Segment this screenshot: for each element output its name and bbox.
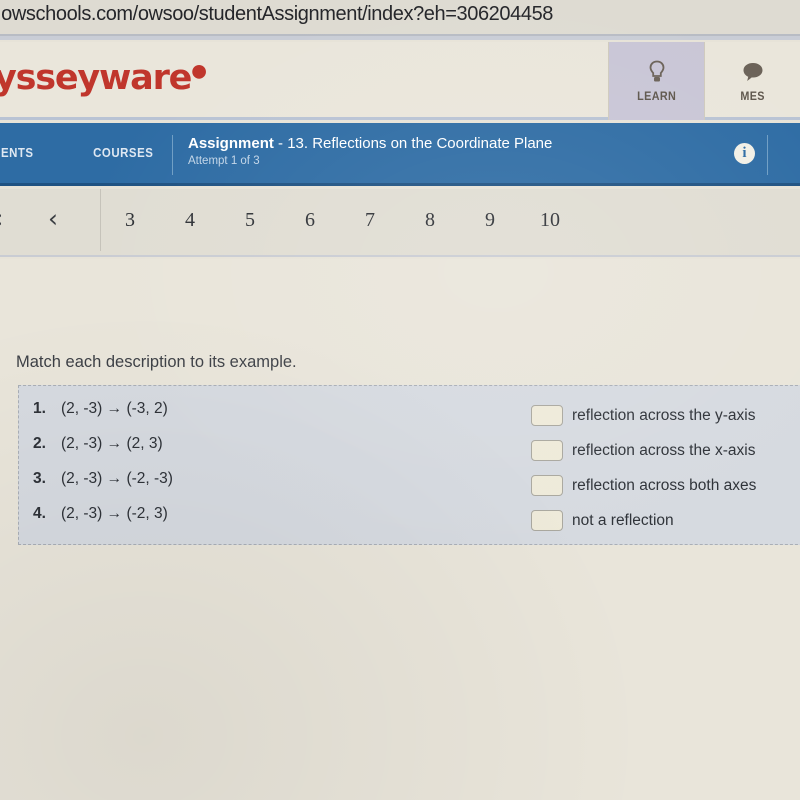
nav-item-assignments[interactable]: MENTS [0,145,34,160]
matching-pair-row: 2. (2, -3) → (2, 3) [33,435,173,470]
speech-bubble-icon [742,59,764,85]
question-content: Match each description to its example. 1… [0,259,800,800]
tab-messages-label: MES [740,89,765,103]
matching-option-row: reflection across the x-axis [531,433,756,468]
pair-number: 1. [33,400,46,417]
pagination-number-9[interactable]: 9 [460,209,520,232]
pair-expression: (2, -3) → (-2, 3) [61,505,168,522]
assignment-navbar: MENTS COURSES Assignment - 13. Reflectio… [0,123,800,186]
browser-url-bar[interactable]: .owschools.com/owsoo/studentAssignment/i… [0,0,800,40]
answer-drop-box[interactable] [531,405,563,426]
answer-drop-box[interactable] [531,510,563,531]
question-pagination: « ‹ 345678910 [0,189,800,257]
answer-drop-box[interactable] [531,440,563,461]
pair-number: 4. [33,505,46,522]
info-icon[interactable]: i [734,143,755,164]
matching-options-column: reflection across the y-axis reflection a… [531,398,756,538]
pair-expression: (2, -3) → (2, 3) [61,435,163,452]
matching-pair-row: 1. (2, -3) → (-3, 2) [33,400,173,435]
header-tabs: LEARN MES [608,42,800,120]
pagination-number-8[interactable]: 8 [400,209,460,232]
assignment-title: - 13. Reflections on the Coordinate Plan… [278,135,553,152]
option-label: not a reflection [572,511,674,529]
assignment-info: Assignment - 13. Reflections on the Coor… [188,135,552,167]
url-bar-underline [0,36,800,40]
pagination-number-5[interactable]: 5 [220,209,280,232]
tab-messages[interactable]: MES [704,42,800,120]
logo-registered-dot: ● [191,60,207,82]
odysseyware-logo[interactable]: ysseyware● [0,58,207,98]
assignment-attempt: Attempt 1 of 3 [188,155,260,167]
nav-item-courses[interactable]: COURSES [93,145,153,160]
pair-expression: (2, -3) → (-3, 2) [61,400,168,417]
option-label: reflection across the y-axis [572,406,756,424]
pagination-number-6[interactable]: 6 [280,209,340,232]
tab-learn-label: LEARN [636,89,677,103]
pagination-number-4[interactable]: 4 [160,209,220,232]
matching-option-row: reflection across the y-axis [531,398,756,433]
matching-pairs-column: 1. (2, -3) → (-3, 2) 2. (2, -3) → (2, 3) 3. (… [33,400,173,540]
url-text[interactable]: .owschools.com/owsoo/studentAssignment/i… [0,3,553,26]
question-prompt: Match each description to its example. [16,353,297,371]
answer-drop-box[interactable] [531,475,563,496]
pair-expression: (2, -3) → (-2, -3) [61,470,173,487]
navbar-divider-left [172,135,173,175]
pair-number: 3. [33,470,46,487]
logo-text: ysseyware [0,58,192,98]
option-label: reflection across the x-axis [572,441,756,459]
navbar-links: MENTS COURSES [0,145,157,160]
navbar-divider-right [767,135,768,175]
matching-option-row: reflection across both axes [531,468,756,503]
assignment-title-line: Assignment - 13. Reflections on the Coor… [188,135,552,152]
pagination-numbers: 3 4 5 6 7 8 9 10 [100,209,580,232]
matching-pair-row: 4. (2, -3) → (-2, 3) [33,505,173,540]
pagination-number-7[interactable]: 7 [340,209,400,232]
screen: .owschools.com/owsoo/studentAssignment/i… [0,0,800,800]
pagination-first-icon[interactable]: « [0,204,3,233]
assignment-label: Assignment [188,135,274,152]
matching-pair-row: 3. (2, -3) → (-2, -3) [33,470,173,505]
pagination-number-3[interactable]: 3 [100,209,160,232]
tab-learn[interactable]: LEARN [608,42,704,120]
site-header: ysseyware● LEARN MES [0,42,800,120]
matching-panel: 1. (2, -3) → (-3, 2) 2. (2, -3) → (2, 3) 3. (… [18,385,800,545]
lightbulb-icon [648,59,666,85]
pair-number: 2. [33,435,46,452]
option-label: reflection across both axes [572,476,757,494]
pagination-number-10[interactable]: 10 [520,209,580,232]
pagination-prev-icon[interactable]: ‹ [48,204,58,233]
matching-option-row: not a reflection [531,503,756,538]
